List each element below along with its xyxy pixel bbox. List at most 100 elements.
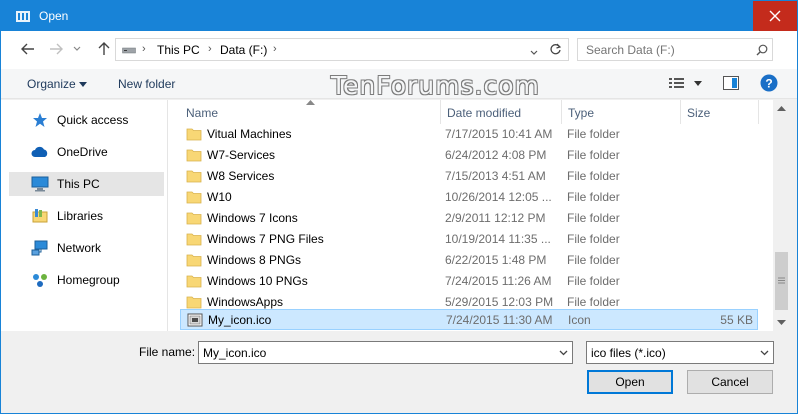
- folder-icon: [186, 296, 202, 309]
- watermark-text: TenForums.com: [331, 71, 540, 100]
- file-date: 5/29/2015 12:03 PM: [445, 295, 554, 309]
- search-input[interactable]: [578, 39, 754, 60]
- change-view-button[interactable]: [669, 77, 707, 93]
- file-name: Windows 7 PNG Files: [207, 232, 324, 246]
- refresh-button[interactable]: [549, 43, 562, 59]
- filename-label: File name:: [139, 345, 196, 359]
- address-dropdown-button[interactable]: [530, 45, 538, 59]
- table-row[interactable]: Windows 7 PNG Files 10/19/2014 11:35 ...…: [180, 229, 758, 250]
- folder-icon: [186, 254, 202, 267]
- sidebar-item-label: Quick access: [57, 113, 129, 127]
- title-bar[interactable]: Open: [1, 1, 797, 31]
- file-type: File folder: [567, 253, 620, 267]
- filename-input[interactable]: [199, 342, 554, 363]
- file-type: File folder: [567, 169, 620, 183]
- chevron-down-icon[interactable]: [559, 350, 568, 356]
- column-header-type[interactable]: Type: [562, 100, 681, 124]
- file-date: 2/9/2011 12:12 PM: [445, 211, 546, 225]
- chevron-down-icon: [760, 350, 769, 356]
- folder-icon: [186, 128, 202, 141]
- table-row-selected[interactable]: My_icon.ico 7/24/2015 11:30 AM Icon 55 K…: [180, 309, 758, 330]
- file-type: File folder: [567, 148, 620, 162]
- file-date: 7/15/2013 4:51 AM: [445, 169, 546, 183]
- close-icon: [769, 10, 781, 22]
- file-type: File folder: [567, 211, 620, 225]
- search-icon: [756, 44, 768, 56]
- homegroup-icon: [31, 272, 49, 288]
- command-bar: Organize New folder TenForums.com ?: [1, 69, 797, 100]
- column-header-size[interactable]: Size: [681, 100, 759, 124]
- app-icon: [16, 11, 30, 22]
- up-button[interactable]: [93, 39, 115, 59]
- file-name: WindowsApps: [207, 295, 284, 309]
- sidebar-item-libraries[interactable]: Libraries: [9, 204, 164, 228]
- file-date: 7/24/2015 11:26 AM: [445, 274, 552, 288]
- cloud-icon: [31, 144, 49, 160]
- help-button[interactable]: ?: [760, 74, 778, 95]
- file-name: My_icon.ico: [208, 313, 272, 327]
- filename-field[interactable]: [198, 341, 573, 364]
- file-date: 10/19/2014 11:35 ...: [445, 232, 551, 246]
- file-type: File folder: [567, 232, 620, 246]
- filetype-value: ico files (*.ico): [591, 346, 666, 360]
- folder-icon: [186, 233, 202, 246]
- address-bar[interactable]: › This PC › Data (F:) ›: [115, 38, 569, 61]
- sidebar-item-network[interactable]: Network: [9, 236, 164, 260]
- file-date: 10/26/2014 12:05 ...: [445, 190, 552, 204]
- sidebar-item-onedrive[interactable]: OneDrive: [9, 140, 164, 164]
- table-row[interactable]: Windows 8 PNGs 6/22/2015 1:48 PM File fo…: [180, 250, 758, 271]
- organize-button[interactable]: Organize: [27, 77, 76, 91]
- scrollbar-thumb[interactable]: [775, 252, 788, 310]
- navigation-pane: Quick access OneDrive This PC Libraries …: [1, 100, 168, 331]
- arrow-right-icon: [50, 43, 63, 55]
- sidebar-item-label: Network: [57, 241, 102, 255]
- drive-icon: [122, 47, 136, 54]
- cancel-button[interactable]: Cancel: [687, 370, 773, 394]
- forward-button[interactable]: [45, 39, 67, 59]
- breadcrumb-this-pc[interactable]: This PC: [157, 43, 200, 57]
- open-button[interactable]: Open: [587, 370, 673, 394]
- file-type: Icon: [568, 313, 591, 327]
- breadcrumb-separator: ›: [273, 43, 277, 55]
- preview-pane-button[interactable]: [723, 76, 739, 93]
- table-row[interactable]: W10 10/26/2014 12:05 ... File folder: [180, 187, 758, 208]
- table-row[interactable]: Windows 10 PNGs 7/24/2015 11:26 AM File …: [180, 271, 758, 292]
- grip-icon: [778, 277, 785, 284]
- vertical-scrollbar[interactable]: [773, 100, 790, 331]
- new-folder-button[interactable]: New folder: [118, 77, 175, 91]
- search-box[interactable]: [577, 38, 773, 61]
- chevron-down-icon: [530, 50, 538, 55]
- file-list: Name Date modified Type Size Vitual Mach…: [168, 100, 773, 331]
- table-row[interactable]: W8 Services 7/15/2013 4:51 AM File folde…: [180, 166, 758, 187]
- file-name: W7-Services: [207, 148, 276, 162]
- folder-icon: [186, 191, 202, 204]
- libraries-icon: [31, 208, 49, 224]
- table-row[interactable]: W7-Services 6/24/2012 4:08 PM File folde…: [180, 145, 758, 166]
- table-row[interactable]: Windows 7 Icons 2/9/2011 12:12 PM File f…: [180, 208, 758, 229]
- back-button[interactable]: [17, 39, 39, 59]
- breadcrumb-separator: ›: [208, 43, 212, 55]
- recent-locations-button[interactable]: [69, 39, 85, 59]
- breadcrumb-data-drive[interactable]: Data (F:): [220, 43, 267, 57]
- column-header-date[interactable]: Date modified: [441, 100, 562, 124]
- scroll-up-icon: [777, 106, 786, 111]
- column-header-name[interactable]: Name: [180, 100, 441, 124]
- folder-icon: [186, 212, 202, 225]
- sidebar-item-homegroup[interactable]: Homegroup: [9, 268, 164, 292]
- close-button[interactable]: [753, 1, 797, 31]
- chevron-down-icon: [73, 46, 81, 51]
- chevron-down-icon: [694, 81, 702, 86]
- file-date: 7/24/2015 11:30 AM: [446, 313, 553, 327]
- preview-pane-icon: [723, 76, 739, 90]
- sidebar-item-quick-access[interactable]: Quick access: [9, 108, 164, 132]
- sidebar-item-this-pc[interactable]: This PC: [9, 172, 164, 196]
- sidebar-item-label: Libraries: [57, 209, 104, 223]
- file-name: Windows 10 PNGs: [207, 274, 308, 288]
- arrow-up-icon: [98, 42, 110, 55]
- folder-icon: [186, 275, 202, 288]
- file-type: File folder: [567, 295, 620, 309]
- details-view-icon: [669, 78, 684, 88]
- file-date: 6/22/2015 1:48 PM: [445, 253, 547, 267]
- filetype-select[interactable]: ico files (*.ico): [586, 341, 774, 364]
- table-row[interactable]: Vitual Machines 7/17/2015 10:41 AM File …: [180, 124, 758, 145]
